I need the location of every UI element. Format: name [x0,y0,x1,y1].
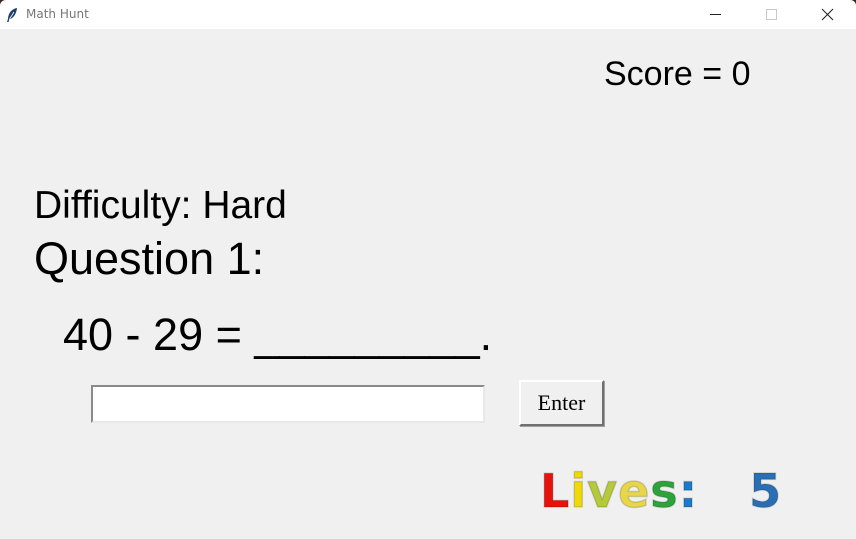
question-label: Question 1: [34,233,265,284]
window-title: Math Hunt [26,7,89,21]
minimize-button[interactable] [688,0,744,29]
lives-letter: s [650,463,679,519]
answer-input[interactable] [91,385,485,423]
equation-text: 40 - 29 = _________. [63,309,493,360]
lives-letter: i [570,463,588,519]
maximize-button[interactable] [744,0,800,29]
difficulty-label: Difficulty: Hard [34,184,287,227]
close-icon [821,8,834,21]
lives-letter: e [617,463,651,519]
lives-display: Lives: 5 [539,463,783,519]
score-label: Score = 0 [604,55,751,93]
enter-button[interactable]: Enter [519,380,604,426]
minimize-icon [710,14,721,15]
lives-count: 5 [748,463,783,519]
lives-letter: : [678,463,699,519]
lives-letter: v [586,463,619,519]
app-window: Math Hunt Score = 0 Difficulty: Hard Que… [0,0,856,539]
lives-letter: L [539,463,571,519]
close-button[interactable] [800,0,856,29]
maximize-icon [766,9,777,20]
title-bar: Math Hunt [0,0,856,29]
feather-icon [6,7,18,23]
